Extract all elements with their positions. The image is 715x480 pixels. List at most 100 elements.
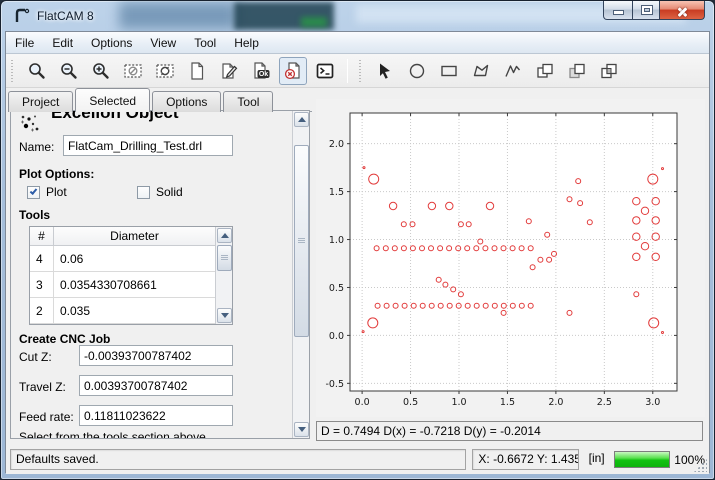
draw-path-button[interactable] xyxy=(499,57,527,85)
draw-path-icon xyxy=(503,61,523,81)
name-label: Name: xyxy=(19,140,54,154)
replot-button[interactable] xyxy=(151,57,179,85)
svg-text:1.0: 1.0 xyxy=(329,235,344,246)
zoom-in-button[interactable] xyxy=(87,57,115,85)
tools-label: Tools xyxy=(19,208,50,222)
new-project-button[interactable] xyxy=(183,57,211,85)
draw-rectangle-button[interactable] xyxy=(435,57,463,85)
union-tool-button[interactable] xyxy=(531,57,559,85)
svg-text:1.5: 1.5 xyxy=(329,187,344,198)
solid-checkbox-label: Solid xyxy=(156,185,183,199)
maximize-button[interactable] xyxy=(632,1,660,20)
tool-diameter-cell[interactable]: 0.0354330708661 xyxy=(54,272,232,297)
maximize-icon xyxy=(642,6,652,14)
menu-file[interactable]: File xyxy=(6,33,43,53)
feed-rate-input[interactable] xyxy=(79,405,233,426)
solid-checkbox[interactable]: Solid xyxy=(137,185,183,199)
pointer-tool-button[interactable] xyxy=(371,57,399,85)
progress-bar xyxy=(614,451,670,468)
menu-edit[interactable]: Edit xyxy=(43,33,82,53)
drill-plot[interactable]: 0.00.51.01.52.02.53.0-0.50.00.51.01.52.0 xyxy=(316,99,705,417)
table-row[interactable]: 3 0.0354330708661 xyxy=(30,272,232,298)
scrollbar-thumb[interactable] xyxy=(217,245,232,271)
flatcam-logo-icon xyxy=(14,8,32,24)
menu-view[interactable]: View xyxy=(141,33,185,53)
scroll-down-button[interactable] xyxy=(217,308,232,323)
intersect-tool-button[interactable] xyxy=(595,57,623,85)
caption-buttons xyxy=(603,1,705,20)
travel-z-input[interactable] xyxy=(79,375,233,396)
clear-plot-icon xyxy=(123,61,143,81)
toolbar-grip[interactable] xyxy=(11,60,15,82)
open-project-icon xyxy=(219,61,239,81)
minimize-button[interactable] xyxy=(603,1,633,20)
excellon-object-icon xyxy=(19,114,43,134)
tab-options[interactable]: Options xyxy=(152,91,221,112)
menu-tool[interactable]: Tool xyxy=(185,33,225,53)
table-row[interactable]: 4 0.06 xyxy=(30,246,232,272)
replot-icon xyxy=(155,61,175,81)
toolbar: Ok xyxy=(6,54,709,88)
plot-checkbox-box[interactable] xyxy=(27,186,40,199)
progress-fill xyxy=(615,452,669,467)
shell-button[interactable] xyxy=(311,57,339,85)
open-project-button[interactable] xyxy=(215,57,243,85)
tool-diameter-cell[interactable]: 0.035 xyxy=(54,298,232,323)
feed-rate-label: Feed rate: xyxy=(19,410,74,424)
clear-plot-button[interactable] xyxy=(119,57,147,85)
tab-project[interactable]: Project xyxy=(8,91,73,112)
scroll-down-button[interactable] xyxy=(294,422,309,437)
save-project-button[interactable]: Ok xyxy=(247,57,275,85)
draw-polygon-button[interactable] xyxy=(467,57,495,85)
panel-scrollbar[interactable] xyxy=(292,111,309,438)
arrow-up-icon xyxy=(298,117,306,122)
zoom-out-button[interactable] xyxy=(55,57,83,85)
toolbar-separator xyxy=(347,59,348,83)
plot-options-label: Plot Options: xyxy=(19,167,94,181)
scroll-up-button[interactable] xyxy=(294,112,309,127)
column-header-number[interactable]: # xyxy=(30,227,54,245)
zoom-in-icon xyxy=(91,61,111,81)
tool-number-cell[interactable]: 2 xyxy=(30,298,54,323)
cut-z-label: Cut Z: xyxy=(19,350,52,364)
scroll-up-button[interactable] xyxy=(217,228,232,243)
subtract-tool-button[interactable] xyxy=(563,57,591,85)
plot-canvas[interactable]: 0.00.51.01.52.02.53.0-0.50.00.51.01.52.0 xyxy=(316,99,705,417)
tab-selected[interactable]: Selected xyxy=(75,88,150,112)
minimize-icon xyxy=(614,11,623,14)
column-header-diameter[interactable]: Diameter xyxy=(54,227,232,245)
arrow-up-icon xyxy=(221,233,229,238)
table-row[interactable]: 2 0.035 xyxy=(30,298,232,324)
svg-text:1.5: 1.5 xyxy=(500,397,515,408)
menu-help[interactable]: Help xyxy=(225,33,268,53)
units-indicator: [in] xyxy=(584,449,609,470)
menu-bar: File Edit Options View Tool Help xyxy=(6,32,709,54)
arrow-down-icon xyxy=(221,313,229,318)
menu-options[interactable]: Options xyxy=(82,33,141,53)
tool-diameter-cell[interactable]: 0.06 xyxy=(54,246,232,271)
tool-number-cell[interactable]: 3 xyxy=(30,272,54,297)
plot-checkbox[interactable]: Plot xyxy=(27,185,67,199)
close-button[interactable] xyxy=(659,1,705,20)
new-project-icon xyxy=(187,61,207,81)
cut-z-input[interactable] xyxy=(79,345,233,366)
delete-object-button[interactable] xyxy=(279,57,307,85)
name-input[interactable] xyxy=(63,135,233,156)
cursor-position-readout: X: -0.6672 Y: 1.4359 xyxy=(472,449,579,470)
titlebar[interactable]: FlatCAM 8 xyxy=(1,1,714,31)
table-header-row: # Diameter xyxy=(30,227,232,246)
flatcam-window: FlatCAM 8 File Edit Options View Tool He… xyxy=(0,0,715,480)
tool-number-cell[interactable]: 4 xyxy=(30,246,54,271)
table-scrollbar[interactable] xyxy=(215,227,232,324)
create-cnc-job-label: Create CNC Job xyxy=(19,332,110,346)
arrow-down-icon xyxy=(298,427,306,432)
svg-text:-0.5: -0.5 xyxy=(325,379,344,390)
scrollbar-thumb[interactable] xyxy=(294,145,309,337)
tab-tool[interactable]: Tool xyxy=(223,91,273,112)
draw-rectangle-icon xyxy=(439,61,459,81)
svg-text:0.5: 0.5 xyxy=(403,397,418,408)
toolbar-grip[interactable] xyxy=(359,60,363,82)
solid-checkbox-box[interactable] xyxy=(137,186,150,199)
zoom-fit-button[interactable] xyxy=(23,57,51,85)
draw-circle-button[interactable] xyxy=(403,57,431,85)
